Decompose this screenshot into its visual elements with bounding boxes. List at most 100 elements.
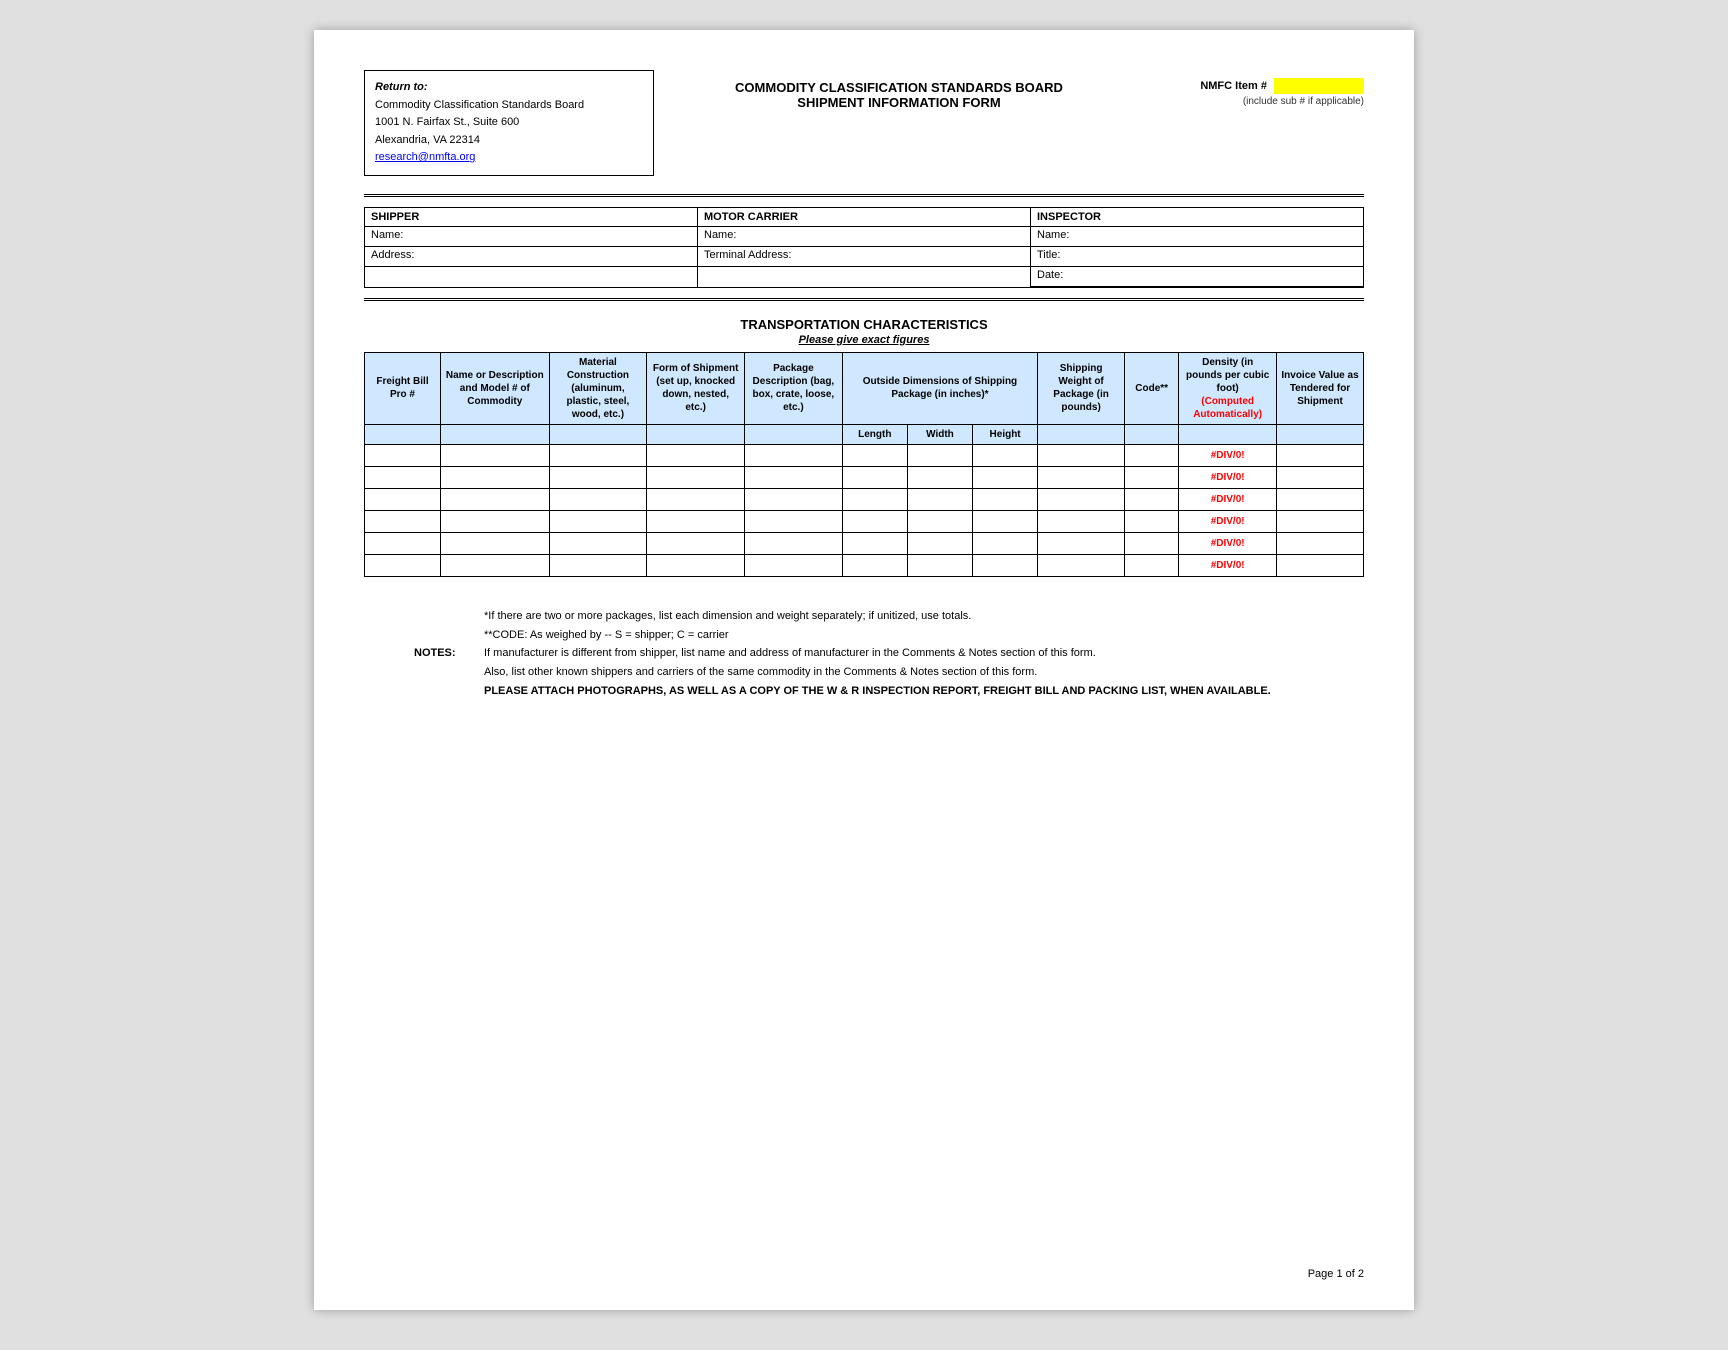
shipper-address-value[interactable] (435, 247, 697, 266)
table-cell-5[interactable] (842, 532, 907, 554)
table-row[interactable]: #DIV/0! (365, 554, 1364, 576)
table-cell-4[interactable] (745, 554, 843, 576)
table-cell-1[interactable] (441, 510, 550, 532)
table-cell-3[interactable] (647, 466, 745, 488)
inspector-header: INSPECTOR (1031, 208, 1363, 227)
table-cell-11[interactable] (1277, 510, 1364, 532)
table-cell-6[interactable] (907, 466, 972, 488)
table-cell-0[interactable] (365, 532, 441, 554)
density-cell[interactable]: #DIV/0! (1179, 466, 1277, 488)
inspector-date-value[interactable] (1101, 267, 1363, 286)
table-cell-0[interactable] (365, 510, 441, 532)
table-cell-4[interactable] (745, 466, 843, 488)
table-cell-2[interactable] (549, 444, 647, 466)
table-cell-1[interactable] (441, 532, 550, 554)
density-cell[interactable]: #DIV/0! (1179, 510, 1277, 532)
table-cell-4[interactable] (745, 444, 843, 466)
table-cell-0[interactable] (365, 488, 441, 510)
table-cell-9[interactable] (1125, 444, 1179, 466)
table-row[interactable]: #DIV/0! (365, 510, 1364, 532)
table-cell-3[interactable] (647, 554, 745, 576)
main-table: Freight Bill Pro # Name or Description a… (364, 352, 1364, 577)
table-cell-9[interactable] (1125, 466, 1179, 488)
table-cell-1[interactable] (441, 488, 550, 510)
table-cell-8[interactable] (1038, 444, 1125, 466)
table-row[interactable]: #DIV/0! (365, 488, 1364, 510)
shipper-header: SHIPPER (365, 208, 697, 227)
table-cell-11[interactable] (1277, 488, 1364, 510)
shipper-name-value[interactable] (435, 227, 697, 246)
table-cell-8[interactable] (1038, 488, 1125, 510)
table-cell-7[interactable] (973, 554, 1038, 576)
table-cell-9[interactable] (1125, 510, 1179, 532)
table-cell-11[interactable] (1277, 466, 1364, 488)
th-density: Density (in pounds per cubic foot) (Comp… (1179, 352, 1277, 424)
table-cell-3[interactable] (647, 444, 745, 466)
table-cell-6[interactable] (907, 488, 972, 510)
inspector-title-value[interactable] (1101, 247, 1363, 266)
table-cell-4[interactable] (745, 488, 843, 510)
table-cell-7[interactable] (973, 510, 1038, 532)
density-cell[interactable]: #DIV/0! (1179, 488, 1277, 510)
table-cell-8[interactable] (1038, 510, 1125, 532)
table-cell-6[interactable] (907, 554, 972, 576)
table-cell-6[interactable] (907, 510, 972, 532)
table-cell-5[interactable] (842, 466, 907, 488)
table-cell-11[interactable] (1277, 532, 1364, 554)
table-cell-0[interactable] (365, 466, 441, 488)
table-cell-2[interactable] (549, 554, 647, 576)
table-cell-5[interactable] (842, 510, 907, 532)
carrier-name-value[interactable] (768, 227, 1030, 246)
density-cell[interactable]: #DIV/0! (1179, 444, 1277, 466)
inspector-name-value[interactable] (1101, 227, 1363, 246)
table-cell-11[interactable] (1277, 554, 1364, 576)
table-cell-1[interactable] (441, 466, 550, 488)
table-cell-7[interactable] (973, 488, 1038, 510)
inspector-date-label: Date: (1031, 267, 1101, 286)
table-cell-2[interactable] (549, 466, 647, 488)
table-cell-6[interactable] (907, 444, 972, 466)
table-cell-11[interactable] (1277, 444, 1364, 466)
table-cell-9[interactable] (1125, 532, 1179, 554)
carrier-terminal-value[interactable] (797, 247, 1030, 266)
info-section: SHIPPER Name: Address: MOTOR CARRIER Nam… (364, 207, 1364, 288)
table-cell-3[interactable] (647, 488, 745, 510)
table-cell-7[interactable] (973, 444, 1038, 466)
table-cell-3[interactable] (647, 510, 745, 532)
return-email[interactable]: research@nmfta.org (375, 149, 643, 167)
table-cell-1[interactable] (441, 444, 550, 466)
table-cell-2[interactable] (549, 510, 647, 532)
table-cell-8[interactable] (1038, 466, 1125, 488)
table-cell-2[interactable] (549, 532, 647, 554)
notes-text: If manufacturer is different from shippe… (484, 644, 1364, 700)
table-cell-7[interactable] (973, 466, 1038, 488)
table-cell-3[interactable] (647, 532, 745, 554)
table-cell-5[interactable] (842, 488, 907, 510)
table-cell-9[interactable] (1125, 488, 1179, 510)
center-line2: SHIPMENT INFORMATION FORM (654, 95, 1144, 110)
table-cell-2[interactable] (549, 488, 647, 510)
center-header: COMMODITY CLASSIFICATION STANDARDS BOARD… (654, 70, 1144, 110)
table-cell-0[interactable] (365, 554, 441, 576)
table-cell-4[interactable] (745, 532, 843, 554)
motor-carrier-col: MOTOR CARRIER Name: Terminal Address: (698, 208, 1031, 287)
table-cell-4[interactable] (745, 510, 843, 532)
table-cell-1[interactable] (441, 554, 550, 576)
table-cell-5[interactable] (842, 444, 907, 466)
table-cell-7[interactable] (973, 532, 1038, 554)
table-cell-8[interactable] (1038, 554, 1125, 576)
table-row[interactable]: #DIV/0! (365, 466, 1364, 488)
table-cell-0[interactable] (365, 444, 441, 466)
table-cell-5[interactable] (842, 554, 907, 576)
density-cell[interactable]: #DIV/0! (1179, 554, 1277, 576)
shipper-address-row: Address: (365, 247, 697, 267)
shipper-blank (365, 267, 697, 287)
th-height: Height (973, 424, 1038, 444)
table-row[interactable]: #DIV/0! (365, 532, 1364, 554)
table-cell-8[interactable] (1038, 532, 1125, 554)
table-cell-6[interactable] (907, 532, 972, 554)
table-row[interactable]: #DIV/0! (365, 444, 1364, 466)
table-cell-9[interactable] (1125, 554, 1179, 576)
density-cell[interactable]: #DIV/0! (1179, 532, 1277, 554)
motor-carrier-header: MOTOR CARRIER (698, 208, 1030, 227)
